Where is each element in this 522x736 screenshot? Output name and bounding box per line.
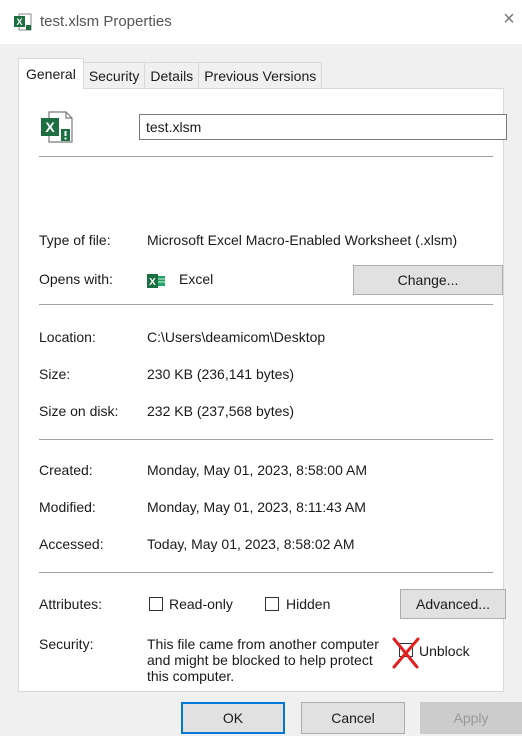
cancel-button[interactable]: Cancel (301, 702, 405, 734)
opens-with-label: Opens with: (39, 271, 113, 287)
unblock-label: Unblock (419, 643, 470, 659)
location-value: C:\Users\deamicom\Desktop (147, 329, 326, 345)
attributes-label: Attributes: (39, 596, 103, 612)
advanced-button[interactable]: Advanced... (400, 589, 506, 619)
created-value: Monday, May 01, 2023, 8:58:00 AM (147, 462, 367, 478)
separator (39, 439, 493, 440)
file-name-input[interactable] (139, 114, 507, 140)
tab-security[interactable]: Security (82, 62, 146, 89)
dialog-body: General Security Details Previous Versio… (0, 44, 522, 736)
type-of-file-label: Type of file: (39, 232, 111, 248)
size-on-disk-value: 232 KB (237,568 bytes) (147, 403, 295, 419)
read-only-checkbox[interactable] (149, 597, 163, 611)
change-button[interactable]: Change... (353, 265, 503, 295)
general-tab-panel: X Type of file: Microsoft Excel Macro-En… (18, 88, 507, 692)
ok-button[interactable]: OK (181, 702, 285, 734)
separator (39, 304, 493, 305)
created-label: Created: (39, 462, 93, 478)
opens-with-value: Excel (179, 271, 214, 287)
security-label: Security: (39, 636, 94, 652)
type-of-file-value: Microsoft Excel Macro-Enabled Worksheet … (147, 232, 458, 248)
close-button[interactable]: × (496, 8, 522, 31)
security-message: This file came from another computer and… (147, 636, 379, 684)
separator (39, 156, 493, 157)
separator (39, 572, 493, 573)
tab-previous-versions[interactable]: Previous Versions (198, 62, 323, 89)
modified-label: Modified: (39, 499, 96, 515)
size-on-disk-label: Size on disk: (39, 403, 119, 419)
excel-file-icon: X (14, 13, 32, 31)
size-label: Size: (39, 366, 71, 382)
hidden-label: Hidden (286, 596, 331, 612)
accessed-label: Accessed: (39, 536, 104, 552)
svg-text:X: X (149, 277, 156, 288)
excel-macro-file-icon: X (41, 111, 73, 143)
tab-details[interactable]: Details (144, 62, 200, 89)
apply-button[interactable]: Apply (420, 702, 522, 734)
tab-general[interactable]: General (18, 58, 84, 89)
excel-app-icon: X (147, 274, 165, 288)
size-value: 230 KB (236,141 bytes) (147, 366, 295, 382)
window-title: test.xlsm Properties (40, 13, 172, 30)
title-bar: X test.xlsm Properties × (0, 0, 522, 44)
accessed-value: Today, May 01, 2023, 8:58:02 AM (147, 536, 355, 552)
svg-text:X: X (16, 17, 22, 27)
hidden-checkbox[interactable] (265, 597, 279, 611)
tab-strip: General Security Details Previous Versio… (18, 58, 323, 89)
unblock-control[interactable]: Unblock (391, 637, 501, 669)
location-label: Location: (39, 329, 96, 345)
read-only-label: Read-only (169, 596, 233, 612)
svg-text:X: X (45, 119, 55, 135)
modified-value: Monday, May 01, 2023, 8:11:43 AM (147, 499, 366, 515)
